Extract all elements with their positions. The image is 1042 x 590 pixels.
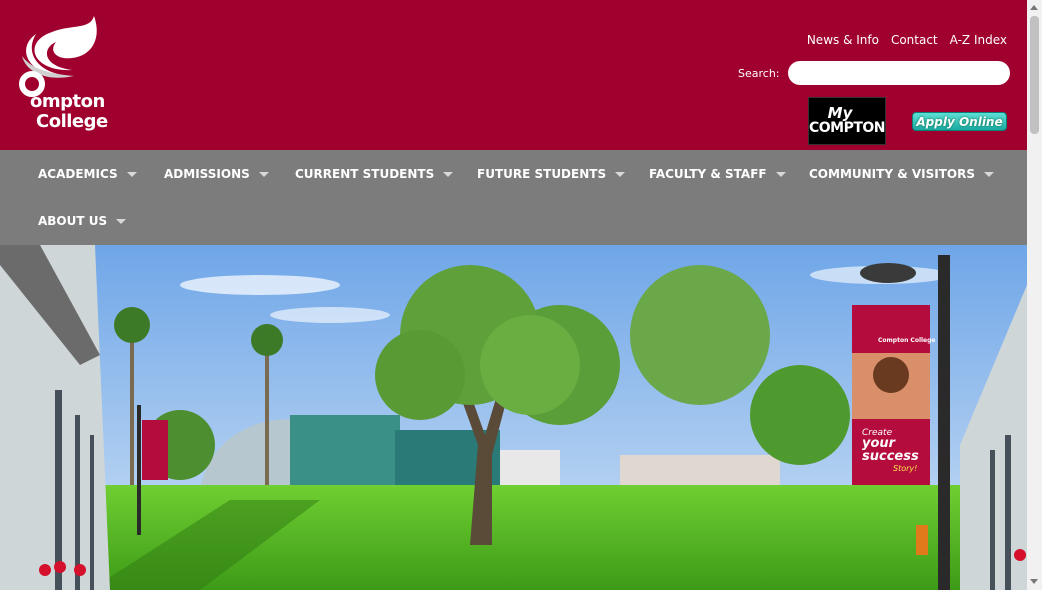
nav-academics[interactable]: ACADEMICS (38, 150, 137, 198)
caret-down-icon (775, 171, 786, 177)
banner-line3: success (862, 449, 919, 464)
link-contact[interactable]: Contact (891, 33, 938, 47)
mycompton-button[interactable]: My COMPTON (808, 97, 886, 145)
nav-label: ADMISSIONS (164, 167, 250, 181)
caret-down-icon (126, 171, 137, 177)
search-label: Search: (738, 67, 780, 80)
nav-label: COMMUNITY & VISITORS (809, 167, 975, 181)
hero-campus-photo: Create your success Story! Compton Colle… (0, 245, 1027, 590)
nav-admissions[interactable]: ADMISSIONS (164, 150, 269, 198)
utility-links: News & Info Contact A-Z Index (807, 33, 1007, 47)
nav-label: CURRENT STUDENTS (295, 167, 435, 181)
caret-down-icon (116, 218, 127, 224)
scrollbar-thumb[interactable] (1030, 16, 1039, 134)
nav-label: ACADEMICS (38, 167, 118, 181)
link-az-index[interactable]: A-Z Index (950, 33, 1007, 47)
main-nav: ACADEMICS ADMISSIONS CURRENT STUDENTS FU… (0, 150, 1027, 245)
campus-scene-image: Create your success Story! Compton Colle… (0, 245, 1027, 590)
link-news-info[interactable]: News & Info (807, 33, 879, 47)
banner-brand: Compton College (878, 337, 936, 344)
search-input[interactable] (788, 61, 1010, 85)
nav-faculty-staff[interactable]: FACULTY & STAFF (649, 150, 786, 198)
caret-down-icon (258, 171, 269, 177)
compton-college-logo[interactable]: ompton College (12, 12, 108, 132)
nav-current-students[interactable]: CURRENT STUDENTS (295, 150, 454, 198)
caret-down-icon (983, 171, 994, 177)
nav-about-us[interactable]: ABOUT US (38, 197, 127, 245)
nav-future-students[interactable]: FUTURE STUDENTS (477, 150, 626, 198)
caret-down-icon (443, 171, 454, 177)
caret-down-icon (615, 171, 626, 177)
logo-text-compton: ompton (30, 91, 105, 112)
scroll-up-arrow-icon[interactable] (1030, 5, 1038, 10)
nav-label: FUTURE STUDENTS (477, 167, 607, 181)
mycompton-compton: COMPTON (808, 120, 886, 136)
vertical-scrollbar[interactable] (1027, 0, 1042, 590)
logo-text-college: College (36, 111, 108, 132)
site-header: ompton College News & Info Contact A-Z I… (0, 0, 1027, 150)
apply-online-button[interactable]: Apply Online (912, 112, 1007, 131)
mycompton-my: My (827, 104, 853, 122)
scroll-down-arrow-icon[interactable] (1030, 579, 1038, 584)
nav-label: FACULTY & STAFF (649, 167, 767, 181)
banner-line4: Story! (893, 464, 917, 473)
nav-community-visitors[interactable]: COMMUNITY & VISITORS (809, 150, 994, 198)
nav-label: ABOUT US (38, 214, 108, 228)
page: ompton College News & Info Contact A-Z I… (0, 0, 1027, 590)
